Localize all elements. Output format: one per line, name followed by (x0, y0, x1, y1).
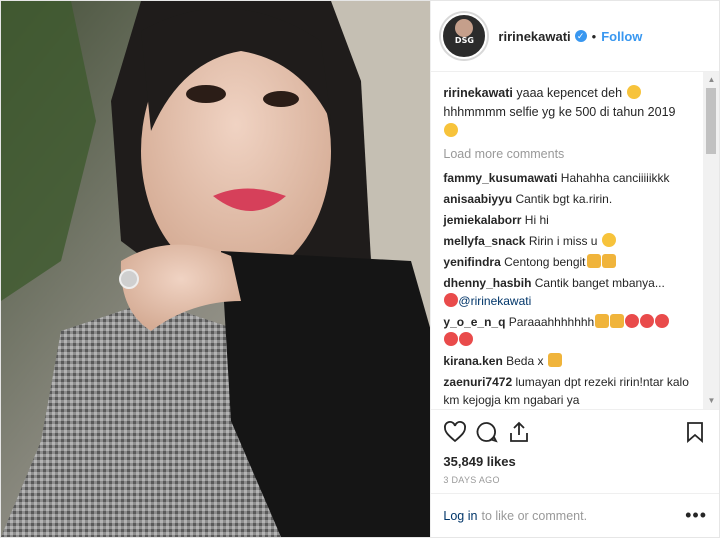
heart-eyes-emoji-icon (655, 314, 670, 328)
login-prompt-text: to like or comment. (481, 508, 588, 523)
post-photo[interactable] (1, 1, 431, 537)
follow-button[interactable]: Follow (601, 29, 642, 44)
comment-username[interactable]: yenifindra (443, 255, 500, 269)
comment-text: Paraaahhhhhhh (508, 315, 595, 329)
thumbs-up-emoji-icon (601, 254, 616, 268)
login-bar: Log in to like or comment. ••• (431, 493, 719, 537)
thumbs-up-emoji-icon (586, 254, 601, 268)
comments-list: ririnekawati yaaa kepencet deh hhhmmmm s… (431, 72, 693, 409)
dancer-emoji-icon (444, 332, 459, 346)
comment-item: mellyfa_snack Ririn i miss u (443, 232, 693, 250)
login-link[interactable]: Log in (443, 509, 477, 523)
comment-text: Centong bengit (504, 255, 586, 269)
heart-eyes-emoji-icon (640, 314, 655, 328)
comment-username[interactable]: mellyfa_snack (443, 234, 525, 248)
share-icon[interactable] (507, 420, 531, 444)
post-caption: ririnekawati yaaa kepencet deh hhhmmmm s… (443, 84, 693, 141)
caption-username[interactable]: ririnekawati (443, 86, 512, 100)
post-header: DSG ririnekawati ✓ • Follow (431, 1, 719, 72)
action-icons (443, 418, 707, 446)
comment-username[interactable]: zaenuri7472 (443, 375, 512, 389)
verified-badge-icon: ✓ (574, 30, 587, 42)
caption-line2: hhhmmmm selfie yg ke 500 di tahun 2019 (443, 105, 676, 119)
comment-item: jemiekalaborr Hi hi (443, 211, 693, 229)
load-more-comments-button[interactable]: Load more comments (443, 145, 693, 163)
caption-text: yaaa kepencet deh (516, 86, 623, 100)
comment-text: Cantik banget mbanya... (534, 276, 665, 290)
comment-username[interactable]: jemiekalaborr (443, 213, 521, 227)
scroll-down-arrow-icon[interactable]: ▼ (703, 393, 719, 409)
post-timestamp: 3 DAYS AGO (443, 475, 500, 485)
thumbs-up-emoji-icon (610, 314, 625, 328)
separator-dot: • (591, 28, 597, 44)
comment-icon[interactable] (475, 420, 499, 444)
grimace-emoji-icon (444, 123, 459, 137)
comment-username[interactable]: fammy_kusumawati (443, 171, 557, 185)
comment-item: anisaabiyyu Cantik bgt ka.ririn. (443, 190, 693, 208)
comment-item: fammy_kusumawati Hahahha canciiiiikkk (443, 169, 693, 187)
mention-link[interactable]: @ririnekawati (458, 294, 531, 308)
comment-item: yenifindra Centong bengit (443, 253, 693, 271)
grin-emoji-icon (626, 85, 641, 99)
comment-text: Hi hi (524, 213, 549, 227)
comment-item: kirana.ken Beda x (443, 352, 693, 370)
comments-section: ririnekawati yaaa kepencet deh hhhmmmm s… (431, 72, 720, 409)
heart-eyes-emoji-icon (444, 293, 459, 307)
comment-text: Beda x (506, 354, 544, 368)
likes-count[interactable]: 35,849 likes (443, 454, 707, 469)
comment-text: Hahahha canciiiiikkk (560, 171, 670, 185)
more-options-icon[interactable]: ••• (685, 505, 707, 526)
kiss-emoji-icon (601, 233, 616, 247)
thumbs-up-emoji-icon (547, 353, 562, 367)
comment-item: zaenuri7472 lumayan dpt rezeki ririn!nta… (443, 373, 693, 409)
comment-text: Ririn i miss u (528, 234, 598, 248)
scrollbar-thumb[interactable] (706, 88, 717, 154)
comment-item: dhenny_hasbih Cantik banget mbanya... @ri… (443, 274, 693, 310)
bookmark-icon[interactable] (683, 420, 707, 444)
heart-eyes-emoji-icon (625, 314, 640, 328)
username-link[interactable]: ririnekawati (498, 29, 570, 44)
selfie-image (1, 1, 431, 537)
comment-item: y_o_e_n_q Paraaahhhhhhh (443, 313, 693, 349)
thumbs-up-emoji-icon (595, 314, 610, 328)
comment-username[interactable]: y_o_e_n_q (443, 315, 505, 329)
comment-username[interactable]: dhenny_hasbih (443, 276, 531, 290)
scroll-up-arrow-icon[interactable]: ▲ (703, 72, 719, 88)
avatar-image: DSG (441, 13, 488, 59)
comment-text: Cantik bgt ka.ririn. (515, 192, 613, 206)
dancer-emoji-icon (459, 332, 474, 346)
post-side-panel: DSG ririnekawati ✓ • Follow ririnekawati… (430, 1, 720, 537)
instagram-post: DSG ririnekawati ✓ • Follow ririnekawati… (0, 0, 720, 538)
heart-icon[interactable] (443, 420, 467, 444)
comments-scrollbar[interactable]: ▲ ▼ (703, 72, 720, 409)
avatar-text: DSG (454, 36, 474, 45)
avatar[interactable]: DSG (439, 11, 490, 61)
comment-username[interactable]: kirana.ken (443, 354, 502, 368)
post-actions: 35,849 likes 3 DAYS AGO (431, 409, 720, 485)
comment-username[interactable]: anisaabiyyu (443, 192, 512, 206)
